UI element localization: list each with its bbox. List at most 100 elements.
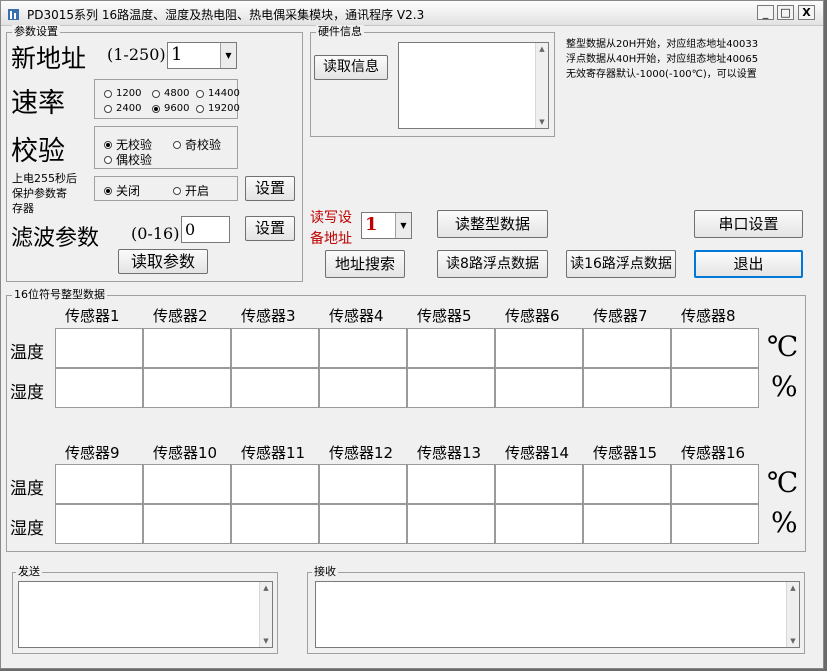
temperature-cell[interactable] xyxy=(671,328,759,368)
humidity-cell[interactable] xyxy=(407,504,495,544)
humidity-cell[interactable] xyxy=(319,368,407,408)
baud-radio-14400[interactable]: 14400 xyxy=(196,88,240,99)
filter-input[interactable]: 0 xyxy=(181,216,230,243)
radio-icon xyxy=(104,104,112,113)
temperature-cell[interactable] xyxy=(143,328,231,368)
baud-radio-2400[interactable]: 2400 xyxy=(104,103,141,114)
radio-icon xyxy=(173,186,181,195)
scroll-up-icon[interactable]: ▲ xyxy=(260,582,272,594)
app-window: PD3015系列 16路温度、湿度及热电阻、热电偶采集模块，通讯程序 V2.3 … xyxy=(0,0,824,669)
protect-radio-on[interactable]: 开启 xyxy=(173,182,209,199)
temperature-cell[interactable] xyxy=(407,328,495,368)
humidity-cell[interactable] xyxy=(495,504,583,544)
temperature-cell[interactable] xyxy=(55,464,143,504)
check-radio-odd[interactable]: 奇校验 xyxy=(173,136,221,153)
read-int-data-button[interactable]: 读整型数据 xyxy=(437,210,548,238)
humidity-cell[interactable] xyxy=(671,368,759,408)
baud-radio-1200[interactable]: 1200 xyxy=(104,88,141,99)
radio-icon xyxy=(196,104,204,113)
read-params-button[interactable]: 读取参数 xyxy=(118,249,208,274)
scroll-down-icon[interactable]: ▼ xyxy=(787,635,799,647)
protect-radio-off[interactable]: 关闭 xyxy=(104,182,140,199)
scrollbar[interactable]: ▲ ▼ xyxy=(535,43,548,128)
baud-radio-4800[interactable]: 4800 xyxy=(152,88,189,99)
humidity-cell[interactable] xyxy=(495,368,583,408)
temperature-cell[interactable] xyxy=(583,328,671,368)
temperature-cell[interactable] xyxy=(319,328,407,368)
protect-set-button[interactable]: 设置 xyxy=(245,176,295,201)
title-bar: PD3015系列 16路温度、湿度及热电阻、热电偶采集模块，通讯程序 V2.3 … xyxy=(1,1,823,26)
device-addr-combo[interactable]: 1 ▼ xyxy=(361,212,412,239)
temperature-cell[interactable] xyxy=(319,464,407,504)
chevron-down-icon[interactable]: ▼ xyxy=(395,213,411,238)
sensor-header: 传感器9 xyxy=(65,444,120,462)
device-addr-label-1: 读写设 xyxy=(310,210,352,226)
check-radio-even[interactable]: 偶校验 xyxy=(104,151,152,168)
temperature-cell[interactable] xyxy=(495,328,583,368)
humidity-cell[interactable] xyxy=(583,504,671,544)
temperature-cell[interactable] xyxy=(231,464,319,504)
protect-label-1: 上电255秒后 xyxy=(12,172,77,185)
temperature-cell[interactable] xyxy=(583,464,671,504)
scroll-down-icon[interactable]: ▼ xyxy=(260,635,272,647)
baud-label: 速率 xyxy=(11,88,65,119)
scrollbar[interactable]: ▲ ▼ xyxy=(259,582,272,647)
params-group-title: 参数设置 xyxy=(12,25,60,38)
temperature-cell[interactable] xyxy=(671,464,759,504)
read8-float-button[interactable]: 读8路浮点数据 xyxy=(437,250,548,278)
note-line-3: 无效寄存器默认-1000(-100℃)，可以设置 xyxy=(566,69,757,80)
scroll-up-icon[interactable]: ▲ xyxy=(536,43,548,55)
sensor-header: 传感器13 xyxy=(417,444,482,462)
scrollbar[interactable]: ▲ ▼ xyxy=(786,582,799,647)
radio-icon xyxy=(104,155,112,164)
receive-textarea[interactable]: ▲ ▼ xyxy=(315,581,800,648)
chevron-down-icon[interactable]: ▼ xyxy=(220,43,236,68)
send-textarea[interactable]: ▲ ▼ xyxy=(18,581,273,648)
humidity-cell[interactable] xyxy=(671,504,759,544)
humidity-cell[interactable] xyxy=(231,368,319,408)
exit-button[interactable]: 退出 xyxy=(694,250,803,278)
read-info-button[interactable]: 读取信息 xyxy=(314,55,388,80)
humidity-cell[interactable] xyxy=(231,504,319,544)
humidity-row-label: 湿度 xyxy=(10,383,44,403)
temperature-cell[interactable] xyxy=(495,464,583,504)
temperature-cell[interactable] xyxy=(55,328,143,368)
read16-float-button[interactable]: 读16路浮点数据 xyxy=(566,250,676,278)
minimize-button[interactable]: _ xyxy=(757,5,774,20)
filter-value: 0 xyxy=(185,220,196,239)
new-addr-range: (1-250) xyxy=(107,45,166,64)
humidity-cell[interactable] xyxy=(407,368,495,408)
temperature-cell[interactable] xyxy=(407,464,495,504)
percent-unit: % xyxy=(771,370,798,403)
temperature-cell[interactable] xyxy=(143,464,231,504)
serial-settings-button[interactable]: 串口设置 xyxy=(694,210,803,238)
maximize-button[interactable]: □ xyxy=(777,5,794,20)
temperature-row-label: 温度 xyxy=(10,343,44,363)
humidity-cell[interactable] xyxy=(143,504,231,544)
filter-set-button[interactable]: 设置 xyxy=(245,216,295,241)
sensor-header: 传感器5 xyxy=(417,307,472,325)
new-addr-combo[interactable]: 1 ▼ xyxy=(167,42,237,69)
celsius-unit: ℃ xyxy=(767,330,799,363)
humidity-cell[interactable] xyxy=(583,368,671,408)
addr-search-button[interactable]: 地址搜索 xyxy=(325,250,405,278)
device-addr-label-2: 备地址 xyxy=(310,231,352,247)
humidity-cell[interactable] xyxy=(55,504,143,544)
baud-radio-9600[interactable]: 9600 xyxy=(152,103,189,114)
close-button[interactable]: X xyxy=(798,5,815,20)
temperature-cell[interactable] xyxy=(231,328,319,368)
humidity-cell[interactable] xyxy=(319,504,407,544)
humidity-cell[interactable] xyxy=(143,368,231,408)
radio-selected-icon xyxy=(152,104,160,113)
sensor-header: 传感器3 xyxy=(241,307,296,325)
radio-icon xyxy=(173,140,181,149)
baud-radio-19200[interactable]: 19200 xyxy=(196,103,240,114)
celsius-unit: ℃ xyxy=(767,466,799,499)
sensor-header: 传感器1 xyxy=(65,307,120,325)
scroll-down-icon[interactable]: ▼ xyxy=(536,116,548,128)
radio-icon xyxy=(152,89,160,98)
hardware-info-textarea[interactable]: ▲ ▼ xyxy=(398,42,549,129)
device-addr-value: 1 xyxy=(365,214,378,235)
humidity-cell[interactable] xyxy=(55,368,143,408)
scroll-up-icon[interactable]: ▲ xyxy=(787,582,799,594)
